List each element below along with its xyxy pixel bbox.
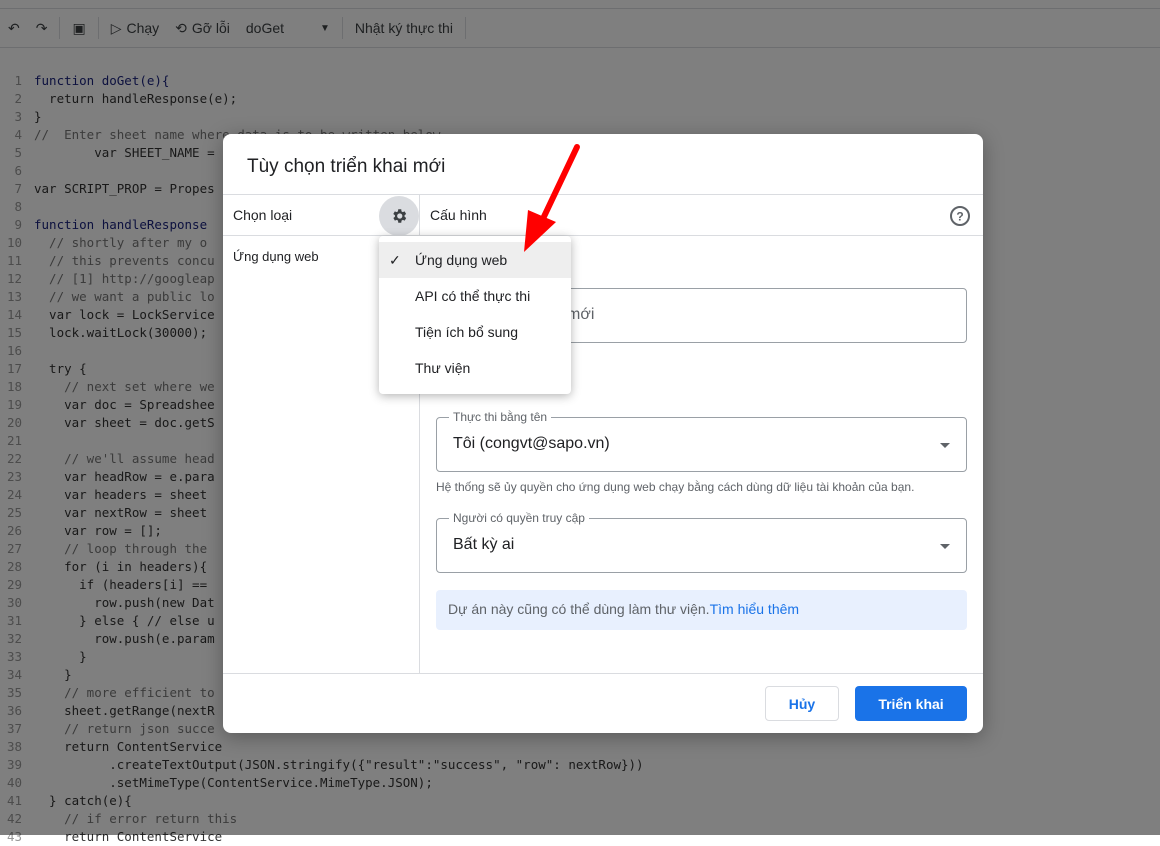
menu-item-add-on[interactable]: Tiện ích bổ sung [379, 314, 571, 350]
info-text: Dự án này cũng có thể dùng làm thư viện. [448, 601, 710, 617]
menu-item-label: Ứng dụng web [415, 252, 508, 268]
new-deployment-dialog: Tùy chọn triển khai mới Chọn loại Cấu hì… [223, 134, 983, 733]
config-label: Cấu hình [430, 207, 487, 223]
type-dropdown-menu: ✓ Ứng dụng web API có thể thực thi Tiện í… [379, 236, 571, 394]
cancel-button[interactable]: Hủy [765, 686, 839, 721]
menu-item-api-executable[interactable]: API có thể thực thi [379, 278, 571, 314]
library-info-banner: Dự án này cũng có thể dùng làm thư viện.… [436, 590, 967, 630]
dialog-header-row: Chọn loại Cấu hình ? [223, 194, 983, 236]
execute-as-label: Thực thi bằng tên [449, 410, 552, 424]
access-value: Bất kỳ ai [453, 536, 515, 553]
dropdown-arrow-icon [940, 544, 950, 549]
gear-icon [393, 209, 407, 223]
menu-item-label: Thư viện [415, 360, 471, 376]
svg-text:?: ? [956, 210, 963, 224]
deploy-button[interactable]: Triển khai [855, 686, 967, 721]
execute-as-select[interactable]: Thực thi bằng tên Tôi (congvt@sapo.vn) [436, 410, 967, 472]
selected-type-web-app[interactable]: Ứng dụng web [233, 249, 319, 264]
menu-item-label: API có thể thực thi [415, 288, 531, 304]
help-icon[interactable]: ? [949, 205, 971, 227]
footer-divider [223, 673, 983, 674]
access-select[interactable]: Người có quyền truy cập Bất kỳ ai [436, 511, 967, 573]
access-label: Người có quyền truy cập [449, 511, 589, 525]
execute-as-value: Tôi (congvt@sapo.vn) [453, 435, 610, 452]
description-value: mới [567, 306, 595, 323]
select-type-label: Chọn loại [233, 207, 293, 223]
learn-more-link[interactable]: Tìm hiểu thêm [710, 601, 799, 617]
check-icon: ✓ [389, 252, 401, 268]
menu-item-library[interactable]: Thư viện [379, 350, 571, 386]
dialog-title: Tùy chọn triển khai mới [247, 156, 446, 177]
menu-item-label: Tiện ích bổ sung [415, 324, 518, 340]
dropdown-arrow-icon [940, 443, 950, 448]
select-type-gear-button[interactable] [379, 196, 419, 236]
menu-item-web-app[interactable]: ✓ Ứng dụng web [379, 242, 571, 278]
execute-as-helper-text: Hệ thống sẽ ủy quyền cho ứng dụng web ch… [436, 480, 915, 494]
